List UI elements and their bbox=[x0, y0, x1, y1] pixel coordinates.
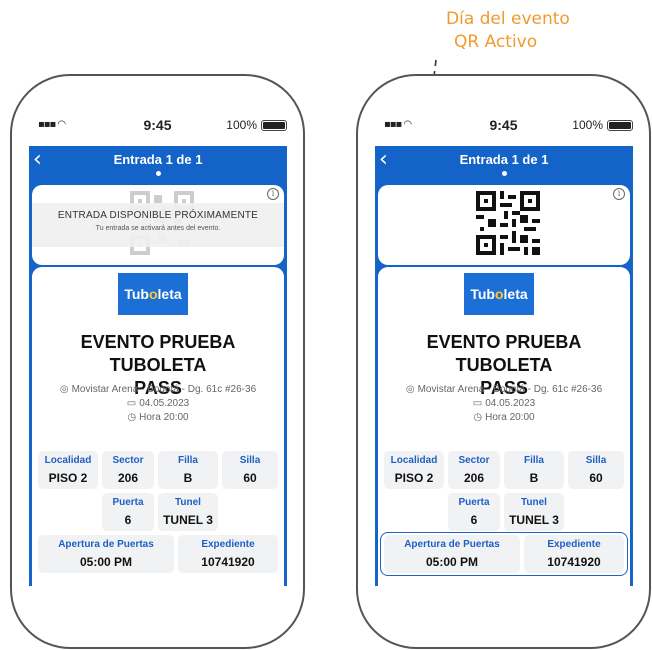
qr-card: i bbox=[378, 185, 630, 265]
venue-text: Movistar Arena - Bogotá - Dg. 61c #26-36 bbox=[417, 384, 603, 395]
status-bar: ▪▪▪ ◠ 9:45 100% bbox=[358, 116, 649, 138]
date-text: 04.05.2023 bbox=[139, 398, 190, 409]
tuboleta-logo: Tuboleta bbox=[118, 273, 188, 315]
tuboleta-logo: Tuboleta bbox=[464, 273, 534, 315]
puerta-cell: Puerta 6 bbox=[102, 493, 154, 531]
tunel-cell: Tunel TUNEL 3 bbox=[504, 493, 564, 531]
pending-overlay: ENTRADA DISPONIBLE PRÓXIMAMENTE Tu entra… bbox=[32, 203, 284, 247]
battery-percent: 100% bbox=[226, 118, 257, 132]
battery-icon bbox=[607, 120, 633, 131]
phone-mockup-pending: ▪▪▪ ◠ 9:45 100% ‹ Entrada 1 de 1 i ENTRA… bbox=[10, 74, 305, 649]
app-header: ‹ Entrada 1 de 1 bbox=[375, 146, 633, 184]
status-bar: ▪▪▪ ◠ 9:45 100% bbox=[12, 116, 303, 138]
status-time: 9:45 bbox=[143, 117, 172, 133]
clock-icon: ◷ bbox=[127, 412, 137, 423]
ticket-card: Tuboleta EVENTO PRUEBA TUBOLETA PASS ◎ Mo… bbox=[32, 267, 284, 586]
app-screen: ‹ Entrada 1 de 1 i ENTRADA DISPONIBLE PR… bbox=[29, 146, 287, 586]
event-meta: ◎ Movistar Arena - Bogotá - Dg. 61c #26-3… bbox=[378, 383, 630, 425]
venue-text: Movistar Arena - Bogotá - Dg. 61c #26-36 bbox=[71, 384, 257, 395]
info-icon[interactable]: i bbox=[613, 188, 625, 200]
fila-cell: Filla B bbox=[158, 451, 218, 489]
app-header: ‹ Entrada 1 de 1 bbox=[29, 146, 287, 184]
qr-card: i ENTRADA DISPONIBLE PRÓXIMAMENTE Tu ent… bbox=[32, 185, 284, 265]
page-indicator-dot bbox=[156, 171, 161, 176]
clock-icon: ◷ bbox=[473, 412, 483, 423]
app-screen: ‹ Entrada 1 de 1 i Tuboleta EVENTO PRUEB… bbox=[375, 146, 633, 586]
localidad-cell: Localidad PISO 2 bbox=[384, 451, 444, 489]
apertura-cell: Apertura de Puertas 05:00 PM bbox=[38, 535, 174, 573]
battery-percent: 100% bbox=[572, 118, 603, 132]
silla-cell: Silla 60 bbox=[568, 451, 624, 489]
header-title: Entrada 1 de 1 bbox=[113, 152, 203, 167]
sector-cell: Sector 206 bbox=[102, 451, 154, 489]
page-indicator-dot bbox=[502, 171, 507, 176]
info-icon[interactable]: i bbox=[267, 188, 279, 200]
tunel-cell: Tunel TUNEL 3 bbox=[158, 493, 218, 531]
calendar-icon: ▭ bbox=[472, 398, 483, 409]
highlight-outline bbox=[380, 532, 628, 576]
time-text: Hora 20:00 bbox=[139, 412, 189, 423]
status-time: 9:45 bbox=[489, 117, 518, 133]
sector-cell: Sector 206 bbox=[448, 451, 500, 489]
expediente-cell: Expediente 10741920 bbox=[178, 535, 278, 573]
phone-mockup-active: ▪▪▪ ◠ 9:45 100% ‹ Entrada 1 de 1 i Tubol… bbox=[356, 74, 651, 649]
location-pin-icon: ◎ bbox=[59, 384, 69, 395]
date-text: 04.05.2023 bbox=[485, 398, 536, 409]
localidad-cell: Localidad PISO 2 bbox=[38, 451, 98, 489]
event-meta: ◎ Movistar Arena - Bogotá - Dg. 61c #26-3… bbox=[32, 383, 284, 425]
pending-title: ENTRADA DISPONIBLE PRÓXIMAMENTE bbox=[57, 210, 259, 221]
calendar-icon: ▭ bbox=[126, 398, 137, 409]
header-title: Entrada 1 de 1 bbox=[459, 152, 549, 167]
silla-cell: Silla 60 bbox=[222, 451, 278, 489]
puerta-cell: Puerta 6 bbox=[448, 493, 500, 531]
pending-subtitle: Tu entrada se activará antes del evento. bbox=[95, 225, 221, 232]
qr-code[interactable] bbox=[476, 191, 540, 255]
fila-cell: Filla B bbox=[504, 451, 564, 489]
time-text: Hora 20:00 bbox=[485, 412, 535, 423]
location-pin-icon: ◎ bbox=[405, 384, 415, 395]
ticket-card: Tuboleta EVENTO PRUEBA TUBOLETA PASS ◎ Mo… bbox=[378, 267, 630, 586]
battery-icon bbox=[261, 120, 287, 131]
